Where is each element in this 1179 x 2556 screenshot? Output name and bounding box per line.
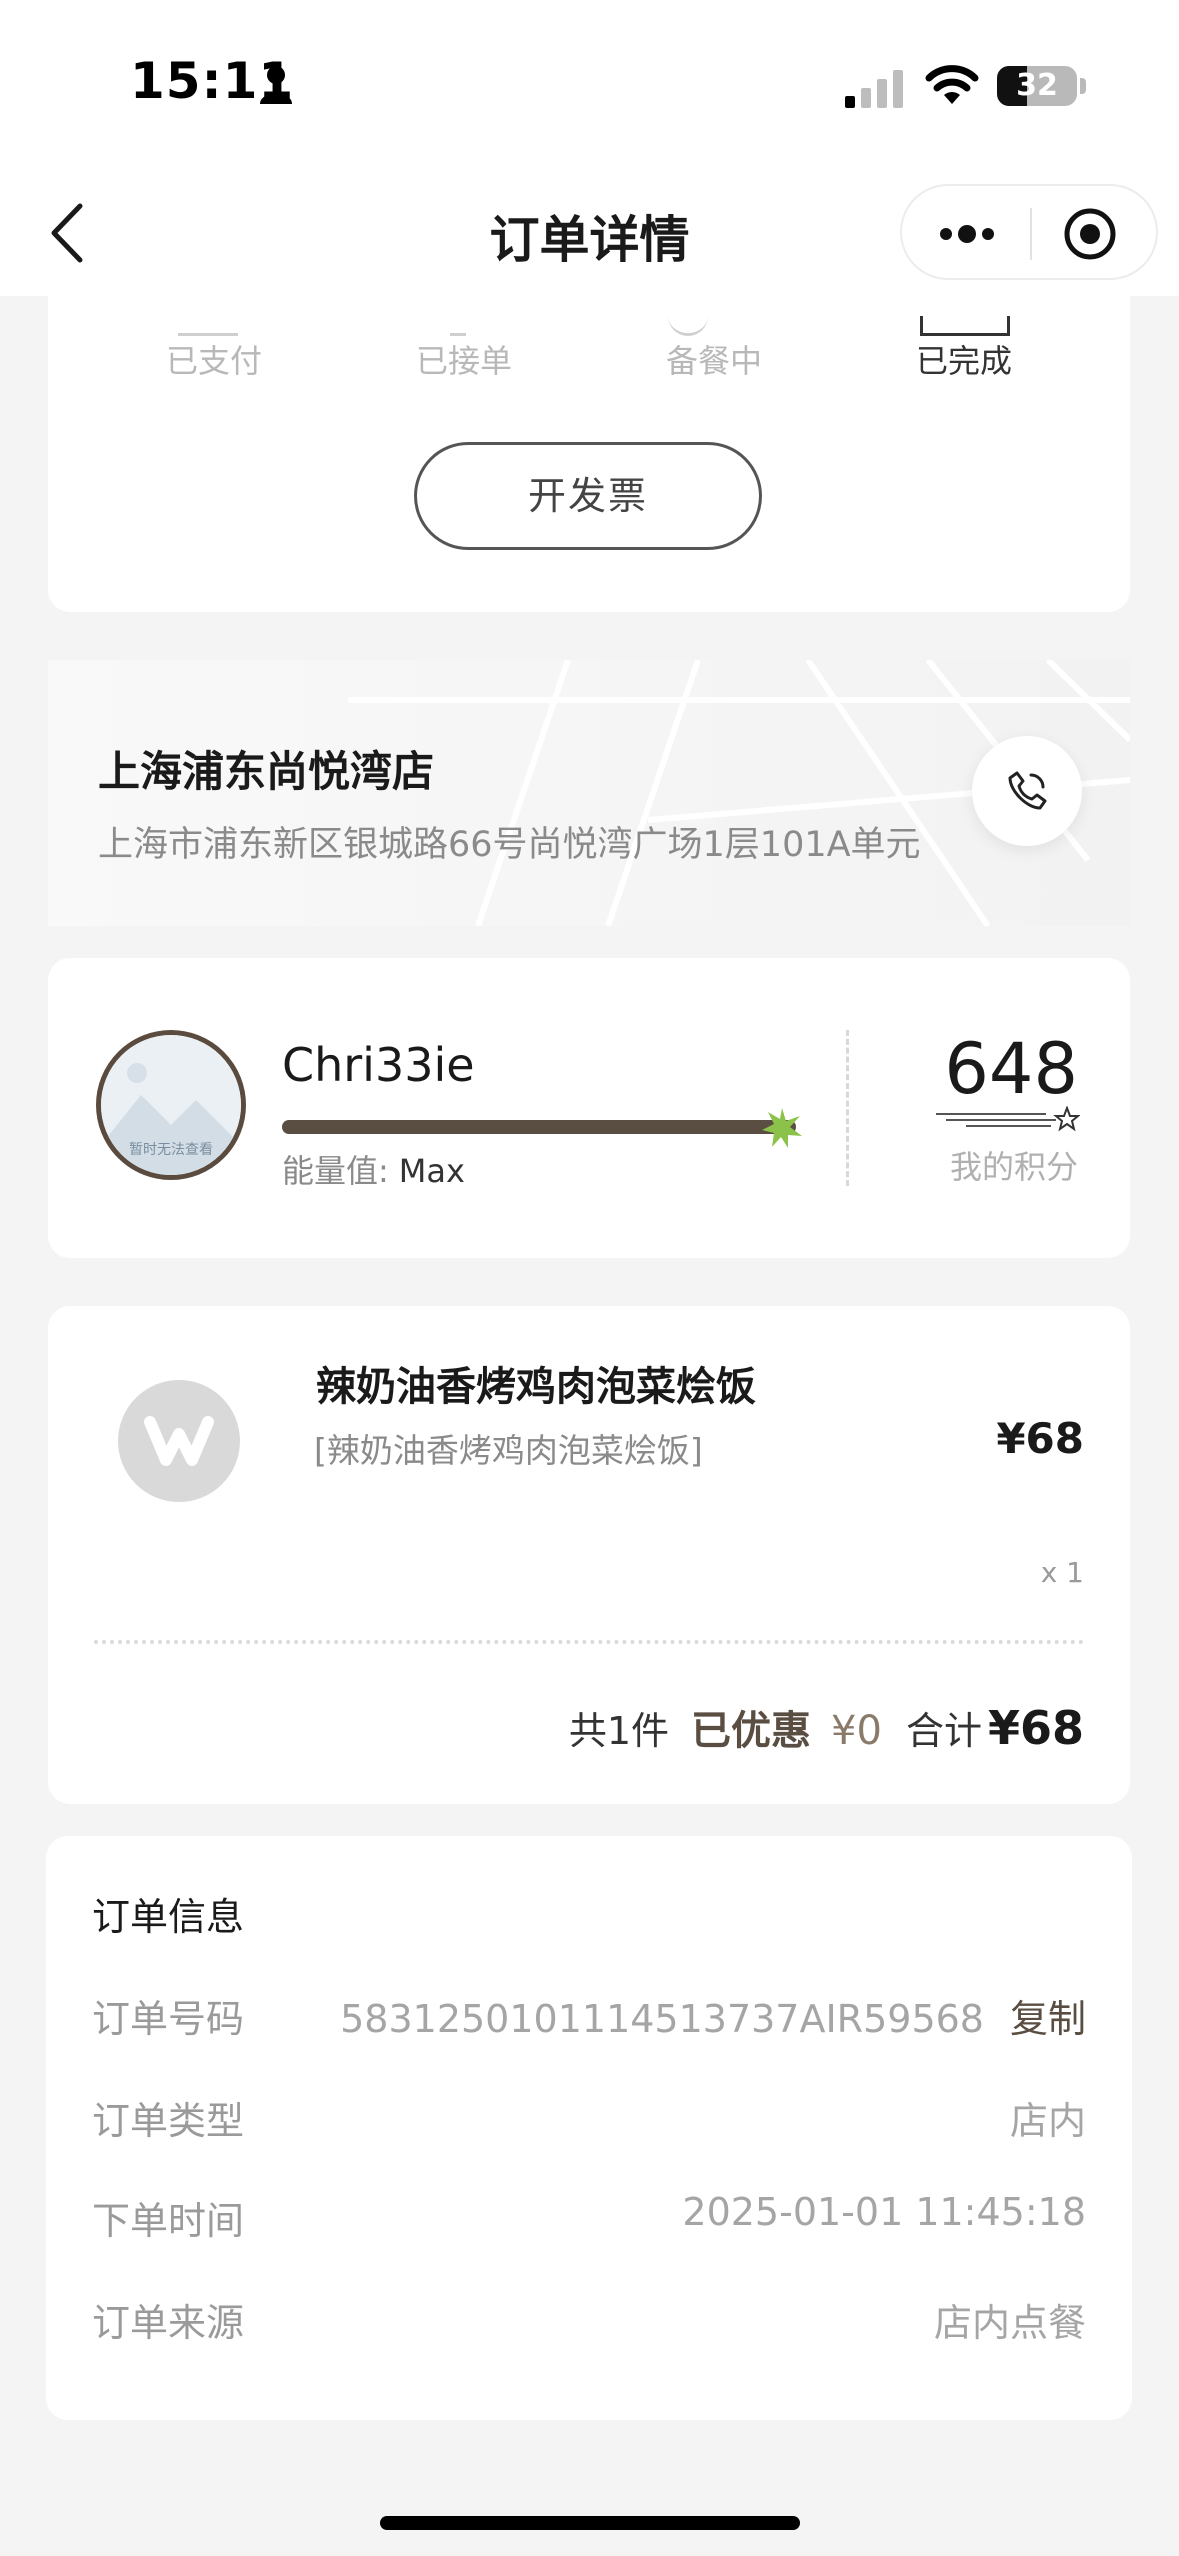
step-accepted: 已接单: [415, 342, 512, 380]
product-logo: [118, 1380, 240, 1502]
order-info-card: 订单信息 订单号码 5831250101114513737AIR59568 复制 …: [46, 1836, 1132, 2420]
energy-progress-bar: [282, 1120, 796, 1134]
order-time-label: 下单时间: [92, 2199, 245, 2243]
copy-button[interactable]: 复制: [1010, 1997, 1086, 2041]
store-name: 上海浦东尚悦湾店: [98, 747, 435, 796]
order-type-value: 店内: [1009, 2099, 1086, 2143]
more-icon[interactable]: [932, 208, 1002, 260]
discount-label: 已优惠: [691, 1708, 812, 1754]
step-preparing: 备餐中: [665, 342, 762, 380]
product-quantity: x 1: [1040, 1556, 1084, 1589]
order-info-title: 订单信息: [92, 1895, 245, 1939]
username: Chri33ie: [282, 1038, 475, 1092]
avatar[interactable]: 暂时无法查看: [96, 1030, 246, 1180]
battery-indicator: 32: [997, 66, 1077, 106]
energy-progress-fill: [282, 1120, 796, 1134]
step-icon-preparing: [668, 316, 708, 336]
close-target-icon[interactable]: [1062, 206, 1118, 262]
nav-bar: 订单详情: [0, 170, 1179, 296]
status-bar: 15:11 32: [0, 0, 1179, 170]
person-icon: [260, 66, 292, 104]
brand-w-icon: [144, 1416, 214, 1466]
points-star-icon: [936, 1106, 1080, 1132]
mini-program-capsule: [900, 184, 1158, 280]
member-card: 暂时无法查看 Chri33ie 能量值: Max 648 我的积分: [48, 958, 1130, 1258]
product-price: ¥68: [996, 1414, 1084, 1463]
item-count: 共1件: [568, 1709, 670, 1753]
total-value: ¥68: [987, 1701, 1084, 1755]
order-source-value: 店内点餐: [933, 2301, 1086, 2345]
product-card: 辣奶油香烤鸡肉泡菜烩饭 [辣奶油香烤鸡肉泡菜烩饭] ¥68 x 1 共1件 已优惠…: [48, 1306, 1130, 1804]
step-icon-done: [920, 316, 1010, 336]
order-number-row: 订单号码 5831250101114513737AIR59568 复制: [92, 1988, 1086, 2048]
store-address: 上海市浦东新区银城路66号尚悦湾广场1层101A单元: [98, 825, 921, 865]
call-store-button[interactable]: [972, 736, 1082, 846]
order-number-value-group: 5831250101114513737AIR59568 复制: [340, 1988, 1086, 2043]
energy-value: Max: [398, 1152, 465, 1190]
product-divider: [94, 1640, 1084, 1644]
home-indicator[interactable]: [380, 2516, 800, 2530]
wifi-icon: [925, 65, 979, 104]
order-time-value: 2025-01-01 11:45:18: [682, 2190, 1086, 2234]
order-type-row: 订单类型 店内: [92, 2090, 1086, 2150]
order-source-row: 订单来源 店内点餐: [92, 2292, 1086, 2352]
points-label[interactable]: 我的积分: [928, 1142, 1078, 1188]
order-number-value: 5831250101114513737AIR59568: [340, 1997, 984, 2041]
energy-star-icon: [762, 1108, 802, 1148]
battery-nub: [1080, 78, 1086, 94]
total-label: 合计: [905, 1709, 982, 1753]
product-name: 辣奶油香烤鸡肉泡菜烩饭: [316, 1364, 756, 1410]
points-value[interactable]: 648: [928, 1028, 1078, 1110]
order-steps: 已支付 已接单 备餐中 已完成: [48, 316, 1130, 396]
step-completed: 已完成: [915, 342, 1012, 380]
capsule-divider: [1030, 208, 1032, 260]
order-summary: 共1件 已优惠 ¥0 合计 ¥68: [569, 1698, 1084, 1756]
invoice-button[interactable]: 开发票: [414, 442, 762, 550]
energy-label-row: 能量值: Max: [282, 1146, 465, 1192]
order-type-label: 订单类型: [92, 2099, 245, 2143]
discount-value: ¥0: [831, 1708, 882, 1754]
order-number-label: 订单号码: [92, 1997, 245, 2041]
store-card: 上海浦东尚悦湾店 上海市浦东新区银城路66号尚悦湾广场1层101A单元: [48, 660, 1130, 926]
energy-label: 能量值:: [282, 1152, 389, 1190]
order-progress-card: 已支付 已接单 备餐中 已完成 开发票: [48, 296, 1130, 612]
order-time-row: 下单时间 2025-01-01 11:45:18: [92, 2190, 1086, 2250]
step-paid: 已支付: [165, 342, 262, 380]
order-source-label: 订单来源: [92, 2301, 245, 2345]
member-divider: [846, 1030, 849, 1186]
product-spec: [辣奶油香烤鸡肉泡菜烩饭]: [314, 1431, 703, 1470]
phone-icon: [1008, 771, 1047, 810]
step-icon-paid: [178, 316, 238, 336]
avatar-caption: 暂时无法查看: [129, 1142, 213, 1158]
signal-icon: [845, 70, 903, 108]
battery-level: 32: [1016, 68, 1058, 103]
step-icon-accepted: [450, 316, 466, 336]
